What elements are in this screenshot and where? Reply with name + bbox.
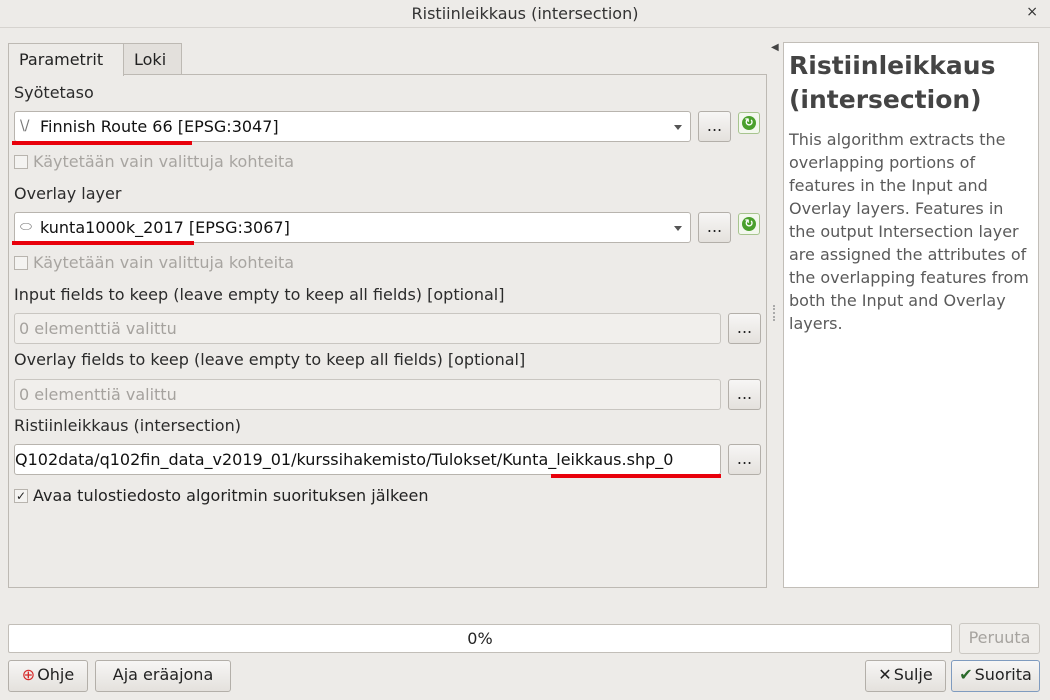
run-button[interactable]: ✔ Suorita bbox=[951, 660, 1040, 692]
window-titlebar: Ristiinleikkaus (intersection) × bbox=[0, 0, 1050, 28]
overlay-selected-only-checkbox[interactable] bbox=[14, 256, 28, 270]
input-layer-browse-button[interactable]: ... bbox=[698, 111, 731, 142]
output-path-input[interactable]: 0_Q102data/q102fin_data_v2019_01/kurssih… bbox=[14, 444, 721, 475]
output-path-value: 0_Q102data/q102fin_data_v2019_01/kurssih… bbox=[15, 450, 674, 469]
tab-loki[interactable]: Loki bbox=[123, 43, 182, 75]
overlay-selected-only-row: Käytetään vain valittuja kohteita bbox=[14, 253, 334, 275]
batch-button[interactable]: Aja eräajona bbox=[95, 660, 231, 692]
iterate-button[interactable]: ↻ bbox=[738, 112, 760, 134]
input-layer-label: Syötetaso bbox=[14, 83, 94, 102]
overlay-layer-label: Overlay layer bbox=[14, 184, 122, 203]
highlight-underline bbox=[12, 241, 194, 245]
close-button-label: Sulje bbox=[893, 665, 933, 684]
open-output-label: Avaa tulostiedosto algoritmin suoritukse… bbox=[33, 486, 429, 505]
highlight-underline bbox=[12, 141, 192, 145]
input-fields-value: 0 elementtiä valittu bbox=[19, 319, 177, 338]
splitter-handle[interactable] bbox=[773, 305, 775, 321]
collapse-arrow-icon[interactable]: ◀ bbox=[771, 42, 779, 53]
input-fields-label: Input fields to keep (leave empty to kee… bbox=[14, 285, 505, 304]
chevron-down-icon bbox=[674, 125, 682, 130]
overlay-fields-label: Overlay fields to keep (leave empty to k… bbox=[14, 350, 526, 369]
help-title: Ristiinleikkaus (intersection) bbox=[789, 51, 996, 114]
overlay-selected-only-label: Käytetään vain valittuja kohteita bbox=[33, 253, 295, 272]
refresh-icon: ↻ bbox=[742, 116, 756, 130]
input-selected-only-label: Käytetään vain valittuja kohteita bbox=[33, 152, 295, 171]
overlay-fields-field: 0 elementtiä valittu bbox=[14, 379, 721, 410]
open-output-checkbox[interactable]: ✓ bbox=[14, 489, 28, 503]
help-button-label: Ohje bbox=[37, 665, 75, 684]
input-selected-only-checkbox[interactable] bbox=[14, 155, 28, 169]
help-panel: Ristiinleikkaus (intersection) This algo… bbox=[783, 42, 1039, 588]
run-button-label: Suorita bbox=[974, 665, 1032, 684]
tab-parametrit[interactable]: Parametrit bbox=[8, 43, 124, 76]
help-text: This algorithm extracts the overlapping … bbox=[789, 130, 1029, 333]
overlay-layer-combobox[interactable]: ⬭ kunta1000k_2017 [EPSG:3067] bbox=[14, 212, 691, 243]
output-browse-button[interactable]: ... bbox=[728, 444, 761, 475]
refresh-icon: ↻ bbox=[742, 217, 756, 231]
overlay-layer-value: kunta1000k_2017 [EPSG:3067] bbox=[40, 218, 290, 237]
close-button[interactable]: ✕ Sulje bbox=[865, 660, 946, 692]
window-title: Ristiinleikkaus (intersection) bbox=[411, 4, 639, 23]
close-window-icon[interactable]: × bbox=[1026, 4, 1038, 20]
chevron-down-icon bbox=[674, 226, 682, 231]
open-output-row: ✓ Avaa tulostiedosto algoritmin suorituk… bbox=[14, 486, 474, 508]
progress-bar: 0% bbox=[8, 624, 952, 653]
input-layer-combobox[interactable]: \/ Finnish Route 66 [EPSG:3047] bbox=[14, 111, 691, 142]
polygon-layer-icon: ⬭ bbox=[20, 219, 32, 235]
input-fields-browse-button[interactable]: ... bbox=[728, 313, 761, 344]
output-label: Ristiinleikkaus (intersection) bbox=[14, 416, 241, 435]
input-layer-value: Finnish Route 66 [EPSG:3047] bbox=[40, 117, 279, 136]
highlight-underline bbox=[551, 474, 721, 478]
overlay-fields-browse-button[interactable]: ... bbox=[728, 379, 761, 410]
help-button[interactable]: ⊕ Ohje bbox=[8, 660, 88, 692]
parameters-panel: Syötetaso \/ Finnish Route 66 [EPSG:3047… bbox=[8, 74, 767, 588]
iterate-button[interactable]: ↻ bbox=[738, 213, 760, 235]
input-selected-only-row: Käytetään vain valittuja kohteita bbox=[14, 152, 334, 174]
cancel-button[interactable]: Peruuta bbox=[959, 623, 1040, 654]
progress-text: 0% bbox=[467, 629, 493, 648]
lifebuoy-icon: ⊕ bbox=[21, 665, 36, 684]
run-icon: ✔ bbox=[959, 665, 973, 684]
overlay-layer-browse-button[interactable]: ... bbox=[698, 212, 731, 243]
line-layer-icon: \/ bbox=[20, 118, 30, 134]
overlay-fields-value: 0 elementtiä valittu bbox=[19, 385, 177, 404]
close-icon: ✕ bbox=[878, 665, 892, 684]
input-fields-field: 0 elementtiä valittu bbox=[14, 313, 721, 344]
